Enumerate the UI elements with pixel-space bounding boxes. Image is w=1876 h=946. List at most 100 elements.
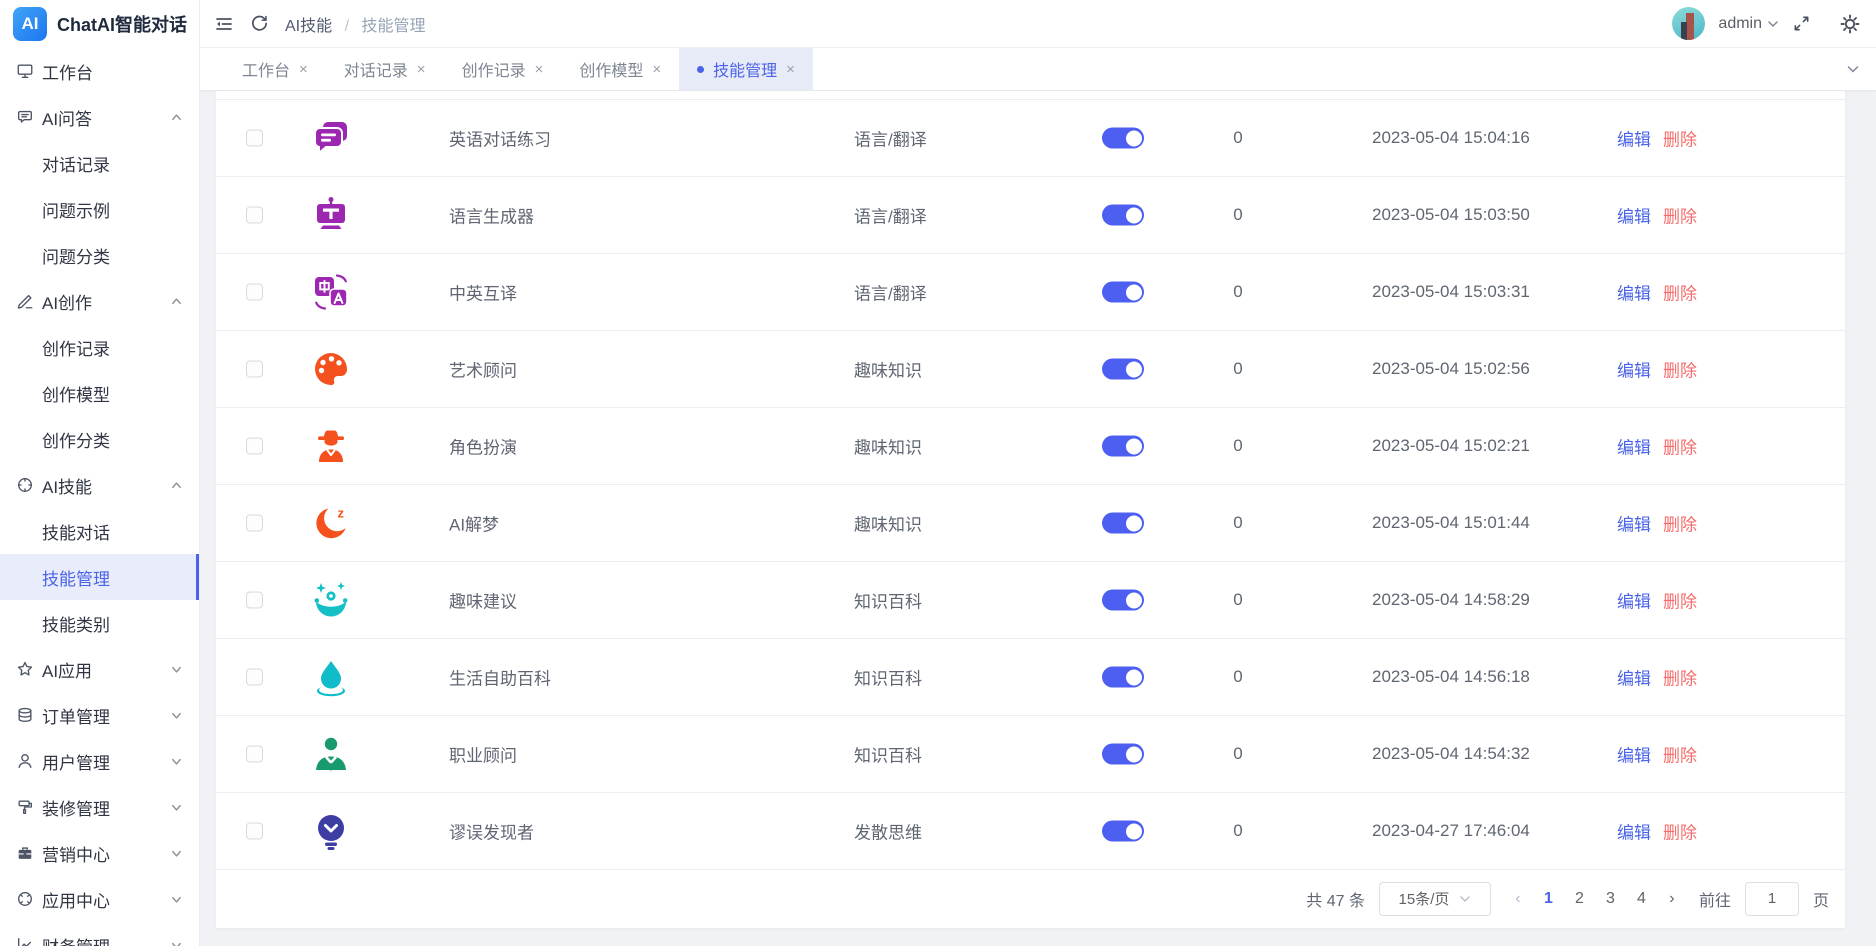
sidebar-item-question-categories[interactable]: 问题分类 <box>0 232 199 278</box>
database-icon <box>16 706 34 724</box>
tab-close-icon[interactable]: × <box>299 61 308 78</box>
sidebar-item-creation-models[interactable]: 创作模型 <box>0 370 199 416</box>
row-checkbox[interactable] <box>246 207 263 224</box>
enable-toggle[interactable] <box>1102 282 1144 303</box>
edit-link[interactable]: 编辑 <box>1617 819 1651 844</box>
page-number-3[interactable]: 3 <box>1597 884 1624 914</box>
enable-toggle[interactable] <box>1102 744 1144 765</box>
user-menu[interactable]: admin <box>1718 15 1779 33</box>
sidebar-item-order-management[interactable]: 订单管理 <box>0 692 199 738</box>
tab-dialog-records[interactable]: 对话记录× <box>326 48 444 90</box>
delete-link[interactable]: 删除 <box>1663 434 1697 459</box>
fullscreen-icon[interactable] <box>1792 14 1811 33</box>
row-checkbox[interactable] <box>246 438 263 455</box>
enable-toggle[interactable] <box>1102 667 1144 688</box>
tab-close-icon[interactable]: × <box>535 61 544 78</box>
delete-link[interactable]: 删除 <box>1663 588 1697 613</box>
delete-link[interactable]: 删除 <box>1663 742 1697 767</box>
row-checkbox[interactable] <box>246 515 263 532</box>
enable-toggle[interactable] <box>1102 513 1144 534</box>
delete-link[interactable]: 删除 <box>1663 511 1697 536</box>
tab-creation-records[interactable]: 创作记录× <box>444 48 562 90</box>
row-checkbox[interactable] <box>246 669 263 686</box>
delete-link[interactable]: 删除 <box>1663 126 1697 151</box>
delete-link[interactable]: 删除 <box>1663 280 1697 305</box>
breadcrumb-parent[interactable]: AI技能 <box>285 18 332 35</box>
tab-close-icon[interactable]: × <box>417 61 426 78</box>
sidebar-item-skill-categories[interactable]: 技能类别 <box>0 600 199 646</box>
edit-link[interactable]: 编辑 <box>1617 280 1651 305</box>
delete-link[interactable]: 删除 <box>1663 357 1697 382</box>
sidebar-item-user-management[interactable]: 用户管理 <box>0 738 199 784</box>
sidebar-item-decoration-management[interactable]: 装修管理 <box>0 784 199 830</box>
next-page-button[interactable]: › <box>1659 890 1685 908</box>
sidebar-item-label: 问题分类 <box>42 243 110 268</box>
skill-name: 英语对话练习 <box>449 126 551 151</box>
refresh-icon[interactable] <box>250 14 269 33</box>
sidebar-item-creation-categories[interactable]: 创作分类 <box>0 416 199 462</box>
enable-toggle[interactable] <box>1102 359 1144 380</box>
page-number-4[interactable]: 4 <box>1628 884 1655 914</box>
sidebar-item-ai-qa[interactable]: AI问答 <box>0 94 199 140</box>
sidebar-item-app-center[interactable]: 应用中心 <box>0 876 199 922</box>
tab-workbench[interactable]: 工作台× <box>224 48 326 90</box>
sidebar-item-skill-management[interactable]: 技能管理 <box>0 554 199 600</box>
sidebar-item-workbench[interactable]: 工作台 <box>0 48 199 94</box>
sidebar-item-question-examples[interactable]: 问题示例 <box>0 186 199 232</box>
goto-page-input[interactable] <box>1745 882 1799 916</box>
enable-toggle[interactable] <box>1102 590 1144 611</box>
usage-count: 0 <box>1216 590 1260 610</box>
page-size-select[interactable]: 15条/页 <box>1379 882 1491 916</box>
sidebar-item-ai-creation[interactable]: AI创作 <box>0 278 199 324</box>
tabs-dropdown-chevron-icon[interactable] <box>1846 48 1860 90</box>
sidebar-menu: 工作台AI问答对话记录问题示例问题分类AI创作创作记录创作模型创作分类AI技能技… <box>0 48 199 946</box>
tab-skill-management[interactable]: 技能管理× <box>679 48 813 90</box>
chevron-up-icon <box>170 479 183 492</box>
sidebar-item-skill-dialog[interactable]: 技能对话 <box>0 508 199 554</box>
tab-close-icon[interactable]: × <box>786 61 795 78</box>
enable-toggle[interactable] <box>1102 205 1144 226</box>
sidebar-item-ai-skills[interactable]: AI技能 <box>0 462 199 508</box>
row-checkbox[interactable] <box>246 592 263 609</box>
sidebar-item-label: 创作模型 <box>42 381 110 406</box>
page-size-value: 15条/页 <box>1399 888 1450 909</box>
tab-close-icon[interactable]: × <box>652 61 661 78</box>
row-checkbox[interactable] <box>246 361 263 378</box>
edit-link[interactable]: 编辑 <box>1617 203 1651 228</box>
table-row: 语言生成器语言/翻译02023-05-04 15:03:50编辑删除 <box>216 177 1845 254</box>
edit-link[interactable]: 编辑 <box>1617 126 1651 151</box>
edit-link[interactable]: 编辑 <box>1617 742 1651 767</box>
edit-link[interactable]: 编辑 <box>1617 511 1651 536</box>
tab-creation-models[interactable]: 创作模型× <box>561 48 679 90</box>
page-number-2[interactable]: 2 <box>1566 884 1593 914</box>
settings-gear-icon[interactable] <box>1840 14 1860 34</box>
delete-link[interactable]: 删除 <box>1663 203 1697 228</box>
businessman-icon <box>311 734 351 774</box>
row-checkbox[interactable] <box>246 130 263 147</box>
sidebar-item-marketing-center[interactable]: 营销中心 <box>0 830 199 876</box>
row-checkbox[interactable] <box>246 746 263 763</box>
prev-page-button[interactable]: ‹ <box>1505 890 1531 908</box>
enable-toggle[interactable] <box>1102 128 1144 149</box>
row-checkbox[interactable] <box>246 284 263 301</box>
enable-toggle[interactable] <box>1102 436 1144 457</box>
page-number-1[interactable]: 1 <box>1535 884 1562 914</box>
row-checkbox[interactable] <box>246 823 263 840</box>
edit-link[interactable]: 编辑 <box>1617 357 1651 382</box>
edit-link[interactable]: 编辑 <box>1617 665 1651 690</box>
sidebar-item-finance-management[interactable]: 财务管理 <box>0 922 199 946</box>
edit-link[interactable]: 编辑 <box>1617 434 1651 459</box>
content-area: 英语对话练习语言/翻译02023-05-04 15:04:16编辑删除语言生成器… <box>200 91 1876 946</box>
usage-count: 0 <box>1216 667 1260 687</box>
sidebar-item-label: 营销中心 <box>42 841 110 866</box>
collapse-sidebar-icon[interactable] <box>214 14 234 34</box>
delete-link[interactable]: 删除 <box>1663 819 1697 844</box>
sidebar-item-ai-apps[interactable]: AI应用 <box>0 646 199 692</box>
sidebar-item-dialog-records[interactable]: 对话记录 <box>0 140 199 186</box>
avatar[interactable] <box>1672 7 1705 40</box>
skill-category: 语言/翻译 <box>854 203 927 228</box>
sidebar-item-creation-records[interactable]: 创作记录 <box>0 324 199 370</box>
enable-toggle[interactable] <box>1102 821 1144 842</box>
delete-link[interactable]: 删除 <box>1663 665 1697 690</box>
edit-link[interactable]: 编辑 <box>1617 588 1651 613</box>
